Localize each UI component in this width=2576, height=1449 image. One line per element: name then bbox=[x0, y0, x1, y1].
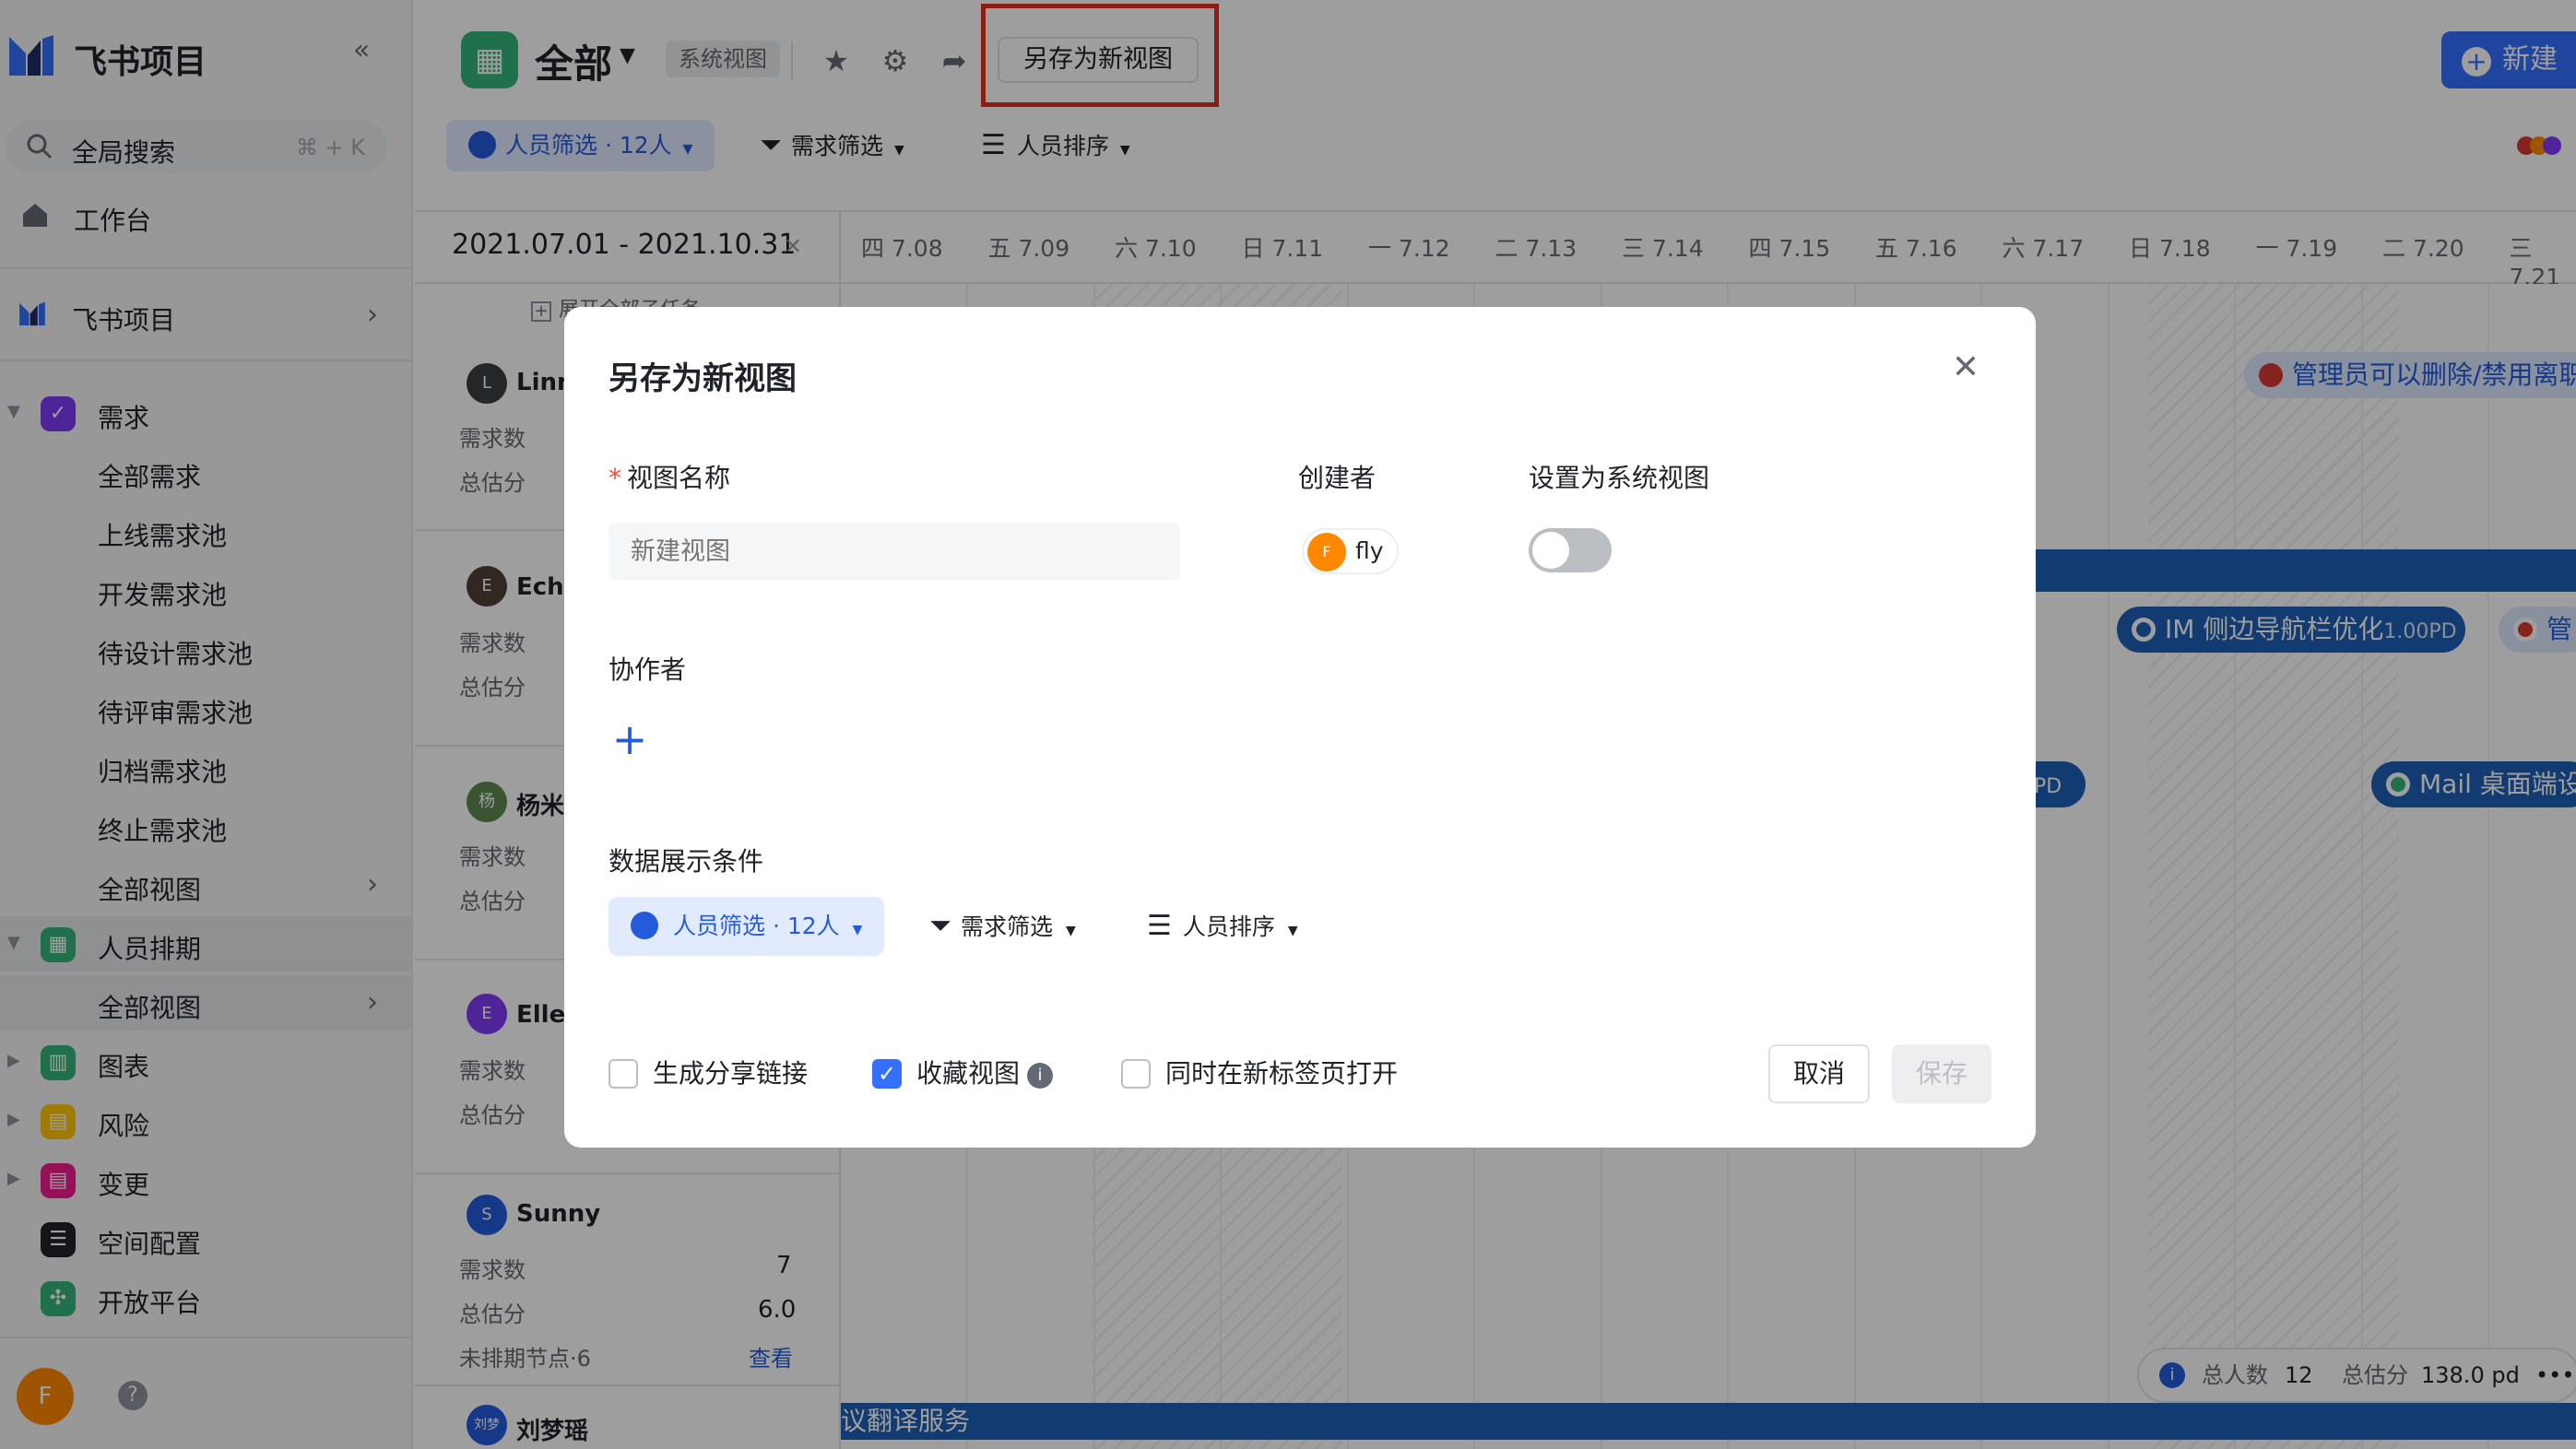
new-tab-checkbox[interactable] bbox=[1121, 1059, 1151, 1089]
view-name-label-text: 视图名称 bbox=[627, 463, 731, 493]
people-sort-button[interactable]: ☰ 人员排序 ▼ bbox=[1125, 897, 1320, 956]
info-icon[interactable]: i bbox=[1027, 1063, 1054, 1089]
save-as-new-view-dialog: 另存为新视图 ✕ *视图名称 创建者 Ffly 设置为系统视图 协作者 + 数据… bbox=[564, 307, 2036, 1148]
caret-down-icon: ▼ bbox=[1066, 924, 1076, 938]
sort-icon: ☰ bbox=[1147, 910, 1172, 942]
collaborators-label: 协作者 bbox=[609, 654, 687, 685]
filter-icon: ⏷ bbox=[929, 910, 951, 942]
system-view-toggle[interactable] bbox=[1529, 528, 1612, 572]
people-filter-label: 人员筛选 · 12人 bbox=[673, 913, 840, 939]
share-link-checkbox[interactable] bbox=[609, 1059, 638, 1089]
system-view-label: 设置为系统视图 bbox=[1529, 463, 1710, 493]
new-tab-label: 同时在新标签页打开 bbox=[1165, 1058, 1399, 1089]
conditions-label: 数据展示条件 bbox=[609, 846, 764, 877]
favorite-label: 收藏视图 i bbox=[916, 1054, 1054, 1090]
toggle-knob bbox=[1532, 532, 1569, 569]
required-mark: * bbox=[609, 463, 621, 493]
creator-avatar: F bbox=[1307, 533, 1346, 571]
add-collaborator-icon[interactable]: + bbox=[607, 718, 653, 760]
caret-down-icon: ▼ bbox=[1287, 924, 1298, 938]
favorite-label-text: 收藏视图 bbox=[916, 1058, 1021, 1089]
dialog-title: 另存为新视图 bbox=[609, 360, 797, 397]
favorite-checkbox[interactable]: ✓ bbox=[872, 1059, 902, 1089]
cancel-button[interactable]: 取消 bbox=[1768, 1044, 1870, 1103]
view-name-input[interactable] bbox=[609, 523, 1180, 580]
requirement-filter-label: 需求筛选 bbox=[961, 913, 1054, 940]
caret-down-icon: ▼ bbox=[852, 923, 863, 937]
people-sort-label: 人员排序 bbox=[1182, 913, 1275, 940]
user-icon bbox=[631, 912, 658, 939]
share-link-label: 生成分享链接 bbox=[653, 1058, 809, 1089]
save-button[interactable]: 保存 bbox=[1892, 1044, 1991, 1103]
close-icon[interactable]: ✕ bbox=[1947, 351, 1984, 384]
creator-name: fly bbox=[1355, 537, 1384, 564]
creator-label: 创建者 bbox=[1298, 463, 1377, 493]
people-filter-button[interactable]: 人员筛选 · 12人 ▼ bbox=[609, 897, 885, 956]
view-name-label: * 视图名称 bbox=[609, 458, 730, 495]
requirement-filter-button[interactable]: ⏷ 需求筛选 ▼ bbox=[907, 897, 1098, 956]
creator-chip: Ffly bbox=[1302, 528, 1399, 574]
